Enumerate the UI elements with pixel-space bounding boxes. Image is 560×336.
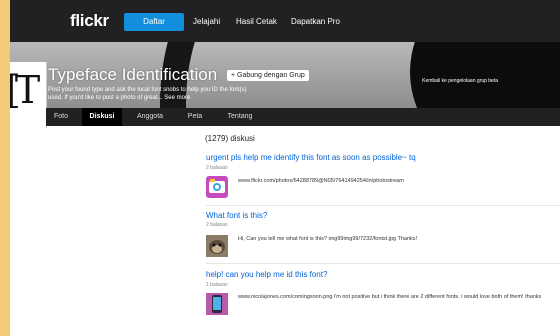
thread-title[interactable]: What font is this? [206,211,267,220]
join-group-button[interactable]: + Gabung dengan Grup [227,70,309,81]
phone-photo-icon[interactable] [206,293,228,315]
top-nav: flickr Daftar Jelajahi Hasil Cetak Dapat… [10,0,560,42]
thread-replies: 2 balasan [206,165,228,171]
group-description: Post your found type and ask the local f… [48,86,268,102]
main-area: flickr Daftar Jelajahi Hasil Cetak Dapat… [10,0,560,336]
monkey-photo-icon[interactable] [206,235,228,257]
group-desc-line1: Post your found type and ask the local f… [48,87,247,93]
see-more-link[interactable]: See more [164,95,190,101]
nav-link-prints[interactable]: Hasil Cetak [236,17,277,26]
page: flickr Daftar Jelajahi Hasil Cetak Dapat… [0,0,560,336]
cover-dark-shape [410,42,560,108]
thread-title[interactable]: help! can you help me id this font? [206,270,327,279]
thread-message: www.nicolajones.com/comingsoon.png i'm n… [238,294,542,300]
thread-replies: 2 balasan [206,222,228,228]
tab-about[interactable]: Tentang [220,108,260,126]
thread-replies: 1 balasan [206,282,228,288]
flickr-logo[interactable]: flickr [70,11,109,31]
camera-app-icon[interactable] [206,176,228,198]
tab-photos[interactable]: Foto [46,108,76,126]
group-desc-line2: used. If you'd like to post a photo of g… [48,95,163,101]
signup-button[interactable]: Daftar [124,13,184,31]
group-avatar: [T [10,62,47,128]
thread-title[interactable]: urgent pls help me identify this font as… [206,153,416,162]
page-border [0,0,10,336]
thread-message: www.flickr.com/photos/64288789@N05/76414… [238,178,404,184]
thread-divider [206,205,560,206]
back-to-beta-link[interactable]: Kembali ke pengelolaan grup beta [422,78,498,84]
group-tabs: Foto Diskusi Anggota Peta Tentang [46,108,560,126]
tab-discussions[interactable]: Diskusi [82,108,122,126]
discussion-count: (1279) diskusi [205,134,255,143]
group-title: Typeface Identification [48,65,218,84]
thread-divider [206,263,560,264]
thread-message: Hi, Can you tell me what font is this? i… [238,236,418,242]
group-avatar-logo: [T [10,68,40,112]
nav-link-pro[interactable]: Dapatkan Pro [291,17,340,26]
tab-map[interactable]: Peta [178,108,212,126]
nav-link-explore[interactable]: Jelajahi [193,17,220,26]
tab-members[interactable]: Anggota [130,108,170,126]
